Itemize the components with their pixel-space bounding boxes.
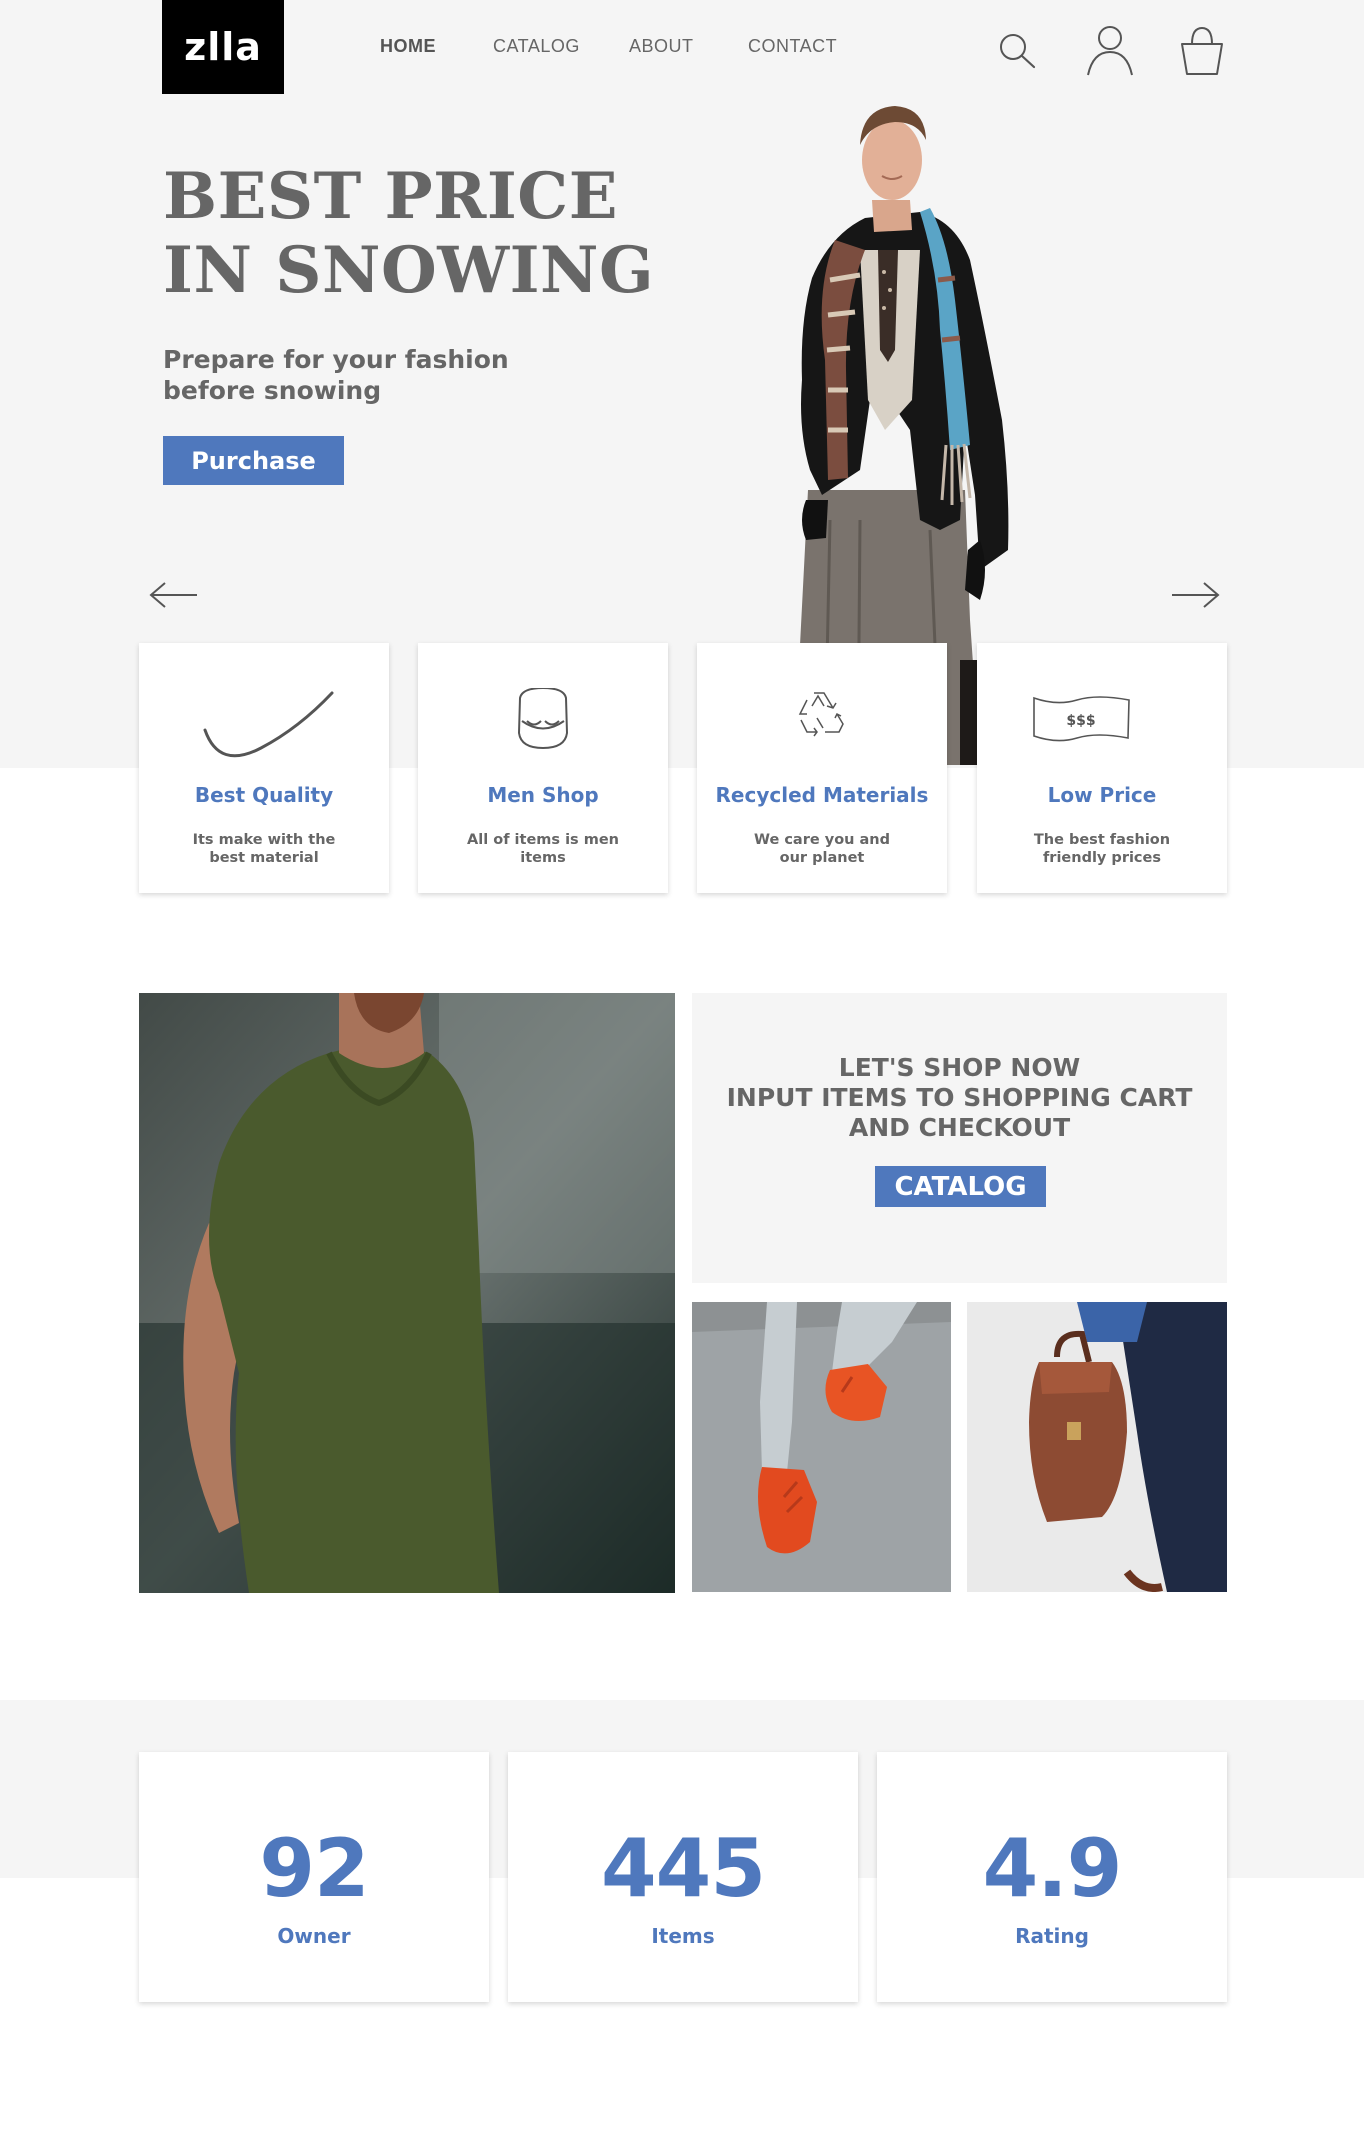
- recycle-icon: [697, 688, 947, 758]
- man-tshirt-image: [139, 993, 675, 1593]
- feature-title: Low Price: [1047, 783, 1157, 807]
- user-icon[interactable]: [1085, 22, 1135, 78]
- feature-title: Men Shop: [487, 783, 599, 807]
- stat-card: 92 Owner: [139, 1752, 489, 2002]
- arrow-right-icon[interactable]: [1168, 580, 1224, 610]
- nav-about[interactable]: ABOUT: [629, 36, 694, 57]
- stat-value: 92: [259, 1822, 369, 1915]
- feature-card: Men Shop All of items is men items: [418, 643, 668, 893]
- banknote-icon: $$$: [977, 688, 1227, 758]
- promo-line1: LET'S SHOP NOW: [838, 1053, 1081, 1082]
- catalog-button[interactable]: CATALOG: [875, 1166, 1046, 1207]
- banknote-text: $$$: [1066, 713, 1095, 729]
- purchase-button[interactable]: Purchase: [163, 436, 344, 485]
- feature-description: All of items is men items: [467, 832, 619, 866]
- briefcase-image: [967, 1302, 1227, 1592]
- smile-face-icon: [418, 686, 668, 758]
- arrow-left-icon[interactable]: [147, 580, 203, 610]
- promo-text: LET'S SHOP NOW INPUT ITEMS TO SHOPPING C…: [692, 1053, 1227, 1143]
- nav-home[interactable]: HOME: [380, 36, 436, 57]
- red-shoes-image: [692, 1302, 951, 1592]
- stat-label: Owner: [277, 1924, 351, 1948]
- stat-card: 445 Items: [508, 1752, 858, 2002]
- main-nav: HOME CATALOG ABOUT CONTACT: [0, 36, 1364, 66]
- stat-value: 445: [601, 1822, 766, 1915]
- hero-subtitle: Prepare for your fashion before snowing: [163, 345, 509, 405]
- stat-card: 4.9 Rating: [877, 1752, 1227, 2002]
- hero-title-line2: IN SNOWING: [163, 233, 655, 308]
- feature-card: Best Quality Its make with the best mate…: [139, 643, 389, 893]
- stat-label: Items: [651, 1924, 715, 1948]
- stat-label: Rating: [1015, 1924, 1089, 1948]
- nav-contact[interactable]: CONTACT: [748, 36, 837, 57]
- feature-card: $$$ Low Price The best fashion friendly …: [977, 643, 1227, 893]
- search-icon[interactable]: [993, 22, 1043, 78]
- feature-description: The best fashion friendly prices: [1033, 832, 1171, 866]
- stat-value: 4.9: [982, 1822, 1123, 1915]
- check-swoosh-icon: [139, 688, 389, 758]
- feature-card: Recycled Materials We care you and our p…: [697, 643, 947, 893]
- feature-title: Recycled Materials: [715, 783, 929, 807]
- hero-title: BEST PRICE IN SNOWING: [163, 160, 683, 308]
- nav-catalog[interactable]: CATALOG: [493, 36, 580, 57]
- hero-title-line1: BEST PRICE: [163, 159, 618, 234]
- promo-line3: AND CHECKOUT: [848, 1113, 1071, 1142]
- feature-title: Best Quality: [194, 783, 334, 807]
- promo-box: LET'S SHOP NOW INPUT ITEMS TO SHOPPING C…: [692, 993, 1227, 1283]
- promo-line2: INPUT ITEMS TO SHOPPING CART: [726, 1083, 1193, 1112]
- feature-description: Its make with the best material: [192, 832, 336, 866]
- shopping-bag-icon[interactable]: [1177, 22, 1227, 78]
- feature-description: We care you and our planet: [753, 832, 891, 866]
